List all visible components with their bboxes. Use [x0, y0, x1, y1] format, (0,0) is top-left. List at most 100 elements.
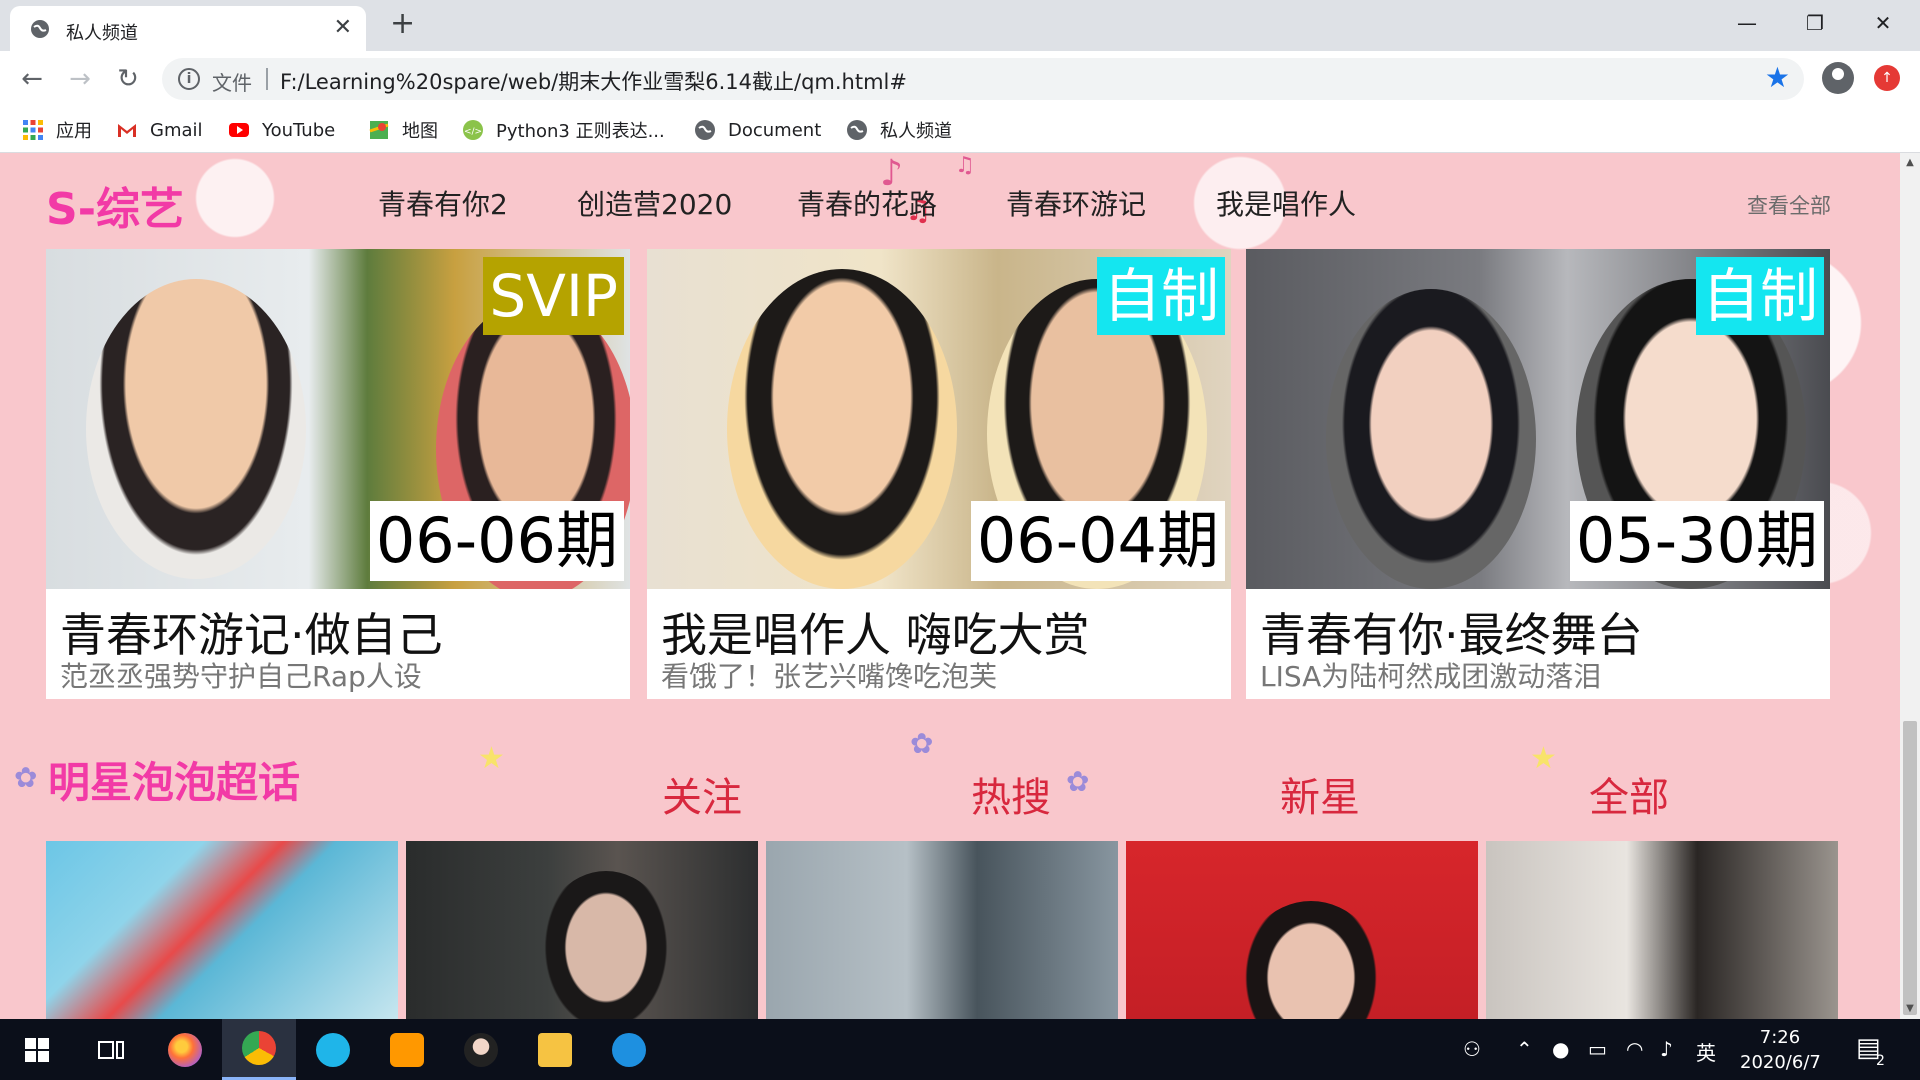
- star-decoration-icon: ★: [478, 741, 505, 776]
- show-thumbnail: 自制 05-30期: [1246, 249, 1830, 589]
- bookmark-label: 私人频道: [880, 121, 952, 142]
- bookmark-gmail[interactable]: Gmail: [116, 117, 203, 143]
- stars-section-title: 明星泡泡超话: [48, 758, 301, 807]
- extension-icon[interactable]: ↑: [1874, 65, 1900, 91]
- new-tab-button[interactable]: +: [390, 8, 415, 40]
- start-button[interactable]: [0, 1019, 74, 1080]
- restore-button[interactable]: ❐: [1790, 6, 1840, 40]
- profile-avatar-icon[interactable]: [1822, 62, 1854, 94]
- star-tile[interactable]: [46, 841, 398, 1019]
- volume-icon[interactable]: ♪: [1660, 1037, 1673, 1061]
- bookmark-label: Gmail: [150, 119, 203, 141]
- file-explorer-taskbar-button[interactable]: [518, 1019, 592, 1080]
- show-card[interactable]: 自制 06-04期 我是唱作人 嗨吃大赏 看饿了！张艺兴嘴馋吃泡芙: [647, 249, 1231, 699]
- star-tile[interactable]: [1486, 841, 1838, 1019]
- bookmark-document[interactable]: Document: [694, 117, 821, 143]
- forward-button[interactable]: →: [64, 63, 96, 95]
- browser-tab[interactable]: 私人频道 ✕: [10, 6, 366, 51]
- svip-badge: SVIP: [483, 257, 624, 335]
- variety-nav-link[interactable]: 创造营2020: [577, 183, 732, 223]
- close-window-button[interactable]: ✕: [1858, 6, 1908, 40]
- star-tile[interactable]: [766, 841, 1118, 1019]
- music-note-icon: ♫: [955, 153, 975, 178]
- bookmark-private-channel[interactable]: 私人频道: [846, 117, 952, 143]
- edge-legacy-taskbar-button[interactable]: [296, 1019, 370, 1080]
- chrome-taskbar-button[interactable]: [222, 1019, 296, 1080]
- windows-taskbar: ⚇ ⌃ ● ▭ ◠ ♪ 英 7:26 2020/6/7 ▤ 2: [0, 1019, 1920, 1080]
- sublime-taskbar-button[interactable]: [370, 1019, 444, 1080]
- chevron-up-icon[interactable]: ⌃: [1516, 1037, 1533, 1061]
- firefox-taskbar-button[interactable]: [148, 1019, 222, 1080]
- youtube-icon: [229, 123, 249, 137]
- clock-date: 2020/6/7: [1740, 1052, 1821, 1073]
- bookmark-label: Python3 正则表达...: [496, 121, 665, 142]
- photo-app-taskbar-button[interactable]: [444, 1019, 518, 1080]
- star-tab-follow[interactable]: 关注: [662, 765, 742, 823]
- star-tile[interactable]: [406, 841, 758, 1019]
- bookmark-python[interactable]: </> Python3 正则表达...: [462, 117, 665, 143]
- task-view-button[interactable]: [74, 1019, 148, 1080]
- variety-nav-link[interactable]: 青春的花路: [797, 183, 937, 223]
- tab-title: 私人频道: [66, 23, 138, 44]
- person-image: [1236, 901, 1386, 1019]
- firefox-icon: [168, 1032, 202, 1067]
- browser-toolbar: ← → ↻ i 文件 F:/Learning%20spare/web/期末大作业…: [0, 51, 1920, 107]
- browser-e-icon: [316, 1032, 350, 1067]
- info-icon[interactable]: i: [178, 68, 200, 90]
- star-tab-new[interactable]: 新星: [1280, 765, 1360, 823]
- person-image: [536, 871, 676, 1019]
- file-label: 文件: [212, 71, 252, 95]
- maps-icon: [369, 121, 389, 139]
- see-all-link[interactable]: 查看全部: [1747, 190, 1831, 220]
- star-tab-all[interactable]: 全部: [1589, 765, 1669, 823]
- star-tile[interactable]: [1126, 841, 1478, 1019]
- star-tab-hot[interactable]: 热搜: [971, 765, 1051, 823]
- scroll-up-arrow-icon[interactable]: ▲: [1900, 153, 1920, 173]
- show-thumbnail: SVIP 06-06期: [46, 249, 630, 589]
- windows-logo-icon: [25, 1037, 49, 1062]
- system-clock[interactable]: 7:26 2020/6/7: [1740, 1025, 1821, 1075]
- bookmark-youtube[interactable]: YouTube: [228, 117, 335, 143]
- svg-text:</>: </>: [464, 127, 482, 137]
- ie-taskbar-button[interactable]: [592, 1019, 666, 1080]
- show-subtitle: LISA为陆柯然成团激动落泪: [1260, 660, 1602, 693]
- variety-nav-link[interactable]: 我是唱作人: [1216, 183, 1356, 223]
- apps-grid-icon: [23, 120, 43, 140]
- bookmark-star-icon[interactable]: ★: [1765, 62, 1790, 94]
- globe-icon: [31, 20, 49, 38]
- scrollbar-thumb[interactable]: [1903, 721, 1917, 1015]
- reload-button[interactable]: ↻: [112, 63, 144, 95]
- page-content: ♪ ♫ ♫ S-综艺 青春有你2 创造营2020 青春的花路 青春环游记 我是唱…: [0, 153, 1900, 1019]
- minimize-button[interactable]: —: [1722, 6, 1772, 40]
- show-card[interactable]: 自制 05-30期 青春有你·最终舞台 LISA为陆柯然成团激动落泪: [1246, 249, 1830, 699]
- back-button[interactable]: ←: [16, 63, 48, 95]
- variety-nav-link[interactable]: 青春有你2: [378, 183, 508, 223]
- variety-nav-link[interactable]: 青春环游记: [1006, 183, 1146, 223]
- person-image: [1326, 289, 1536, 589]
- wifi-icon[interactable]: ◠: [1626, 1037, 1643, 1061]
- close-tab-icon[interactable]: ✕: [334, 16, 352, 40]
- clock-time: 7:26: [1759, 1027, 1801, 1048]
- url-text[interactable]: F:/Learning%20spare/web/期末大作业雪梨6.14截止/qm…: [280, 66, 907, 96]
- separator: [266, 68, 268, 90]
- show-subtitle: 看饿了！张艺兴嘴馋吃泡芙: [661, 660, 998, 693]
- show-card[interactable]: SVIP 06-06期 青春环游记·做自己 范丞丞强势守护自己Rap人设: [46, 249, 630, 699]
- ime-indicator[interactable]: 英: [1696, 1037, 1716, 1066]
- globe-icon: [847, 120, 867, 140]
- bookmark-maps[interactable]: 地图: [368, 117, 438, 143]
- page-scrollbar[interactable]: ▲ ▼: [1900, 153, 1920, 1019]
- qq-icon[interactable]: ●: [1552, 1037, 1569, 1061]
- bookmark-apps[interactable]: 应用: [22, 117, 92, 143]
- original-badge: 自制: [1695, 257, 1824, 335]
- battery-icon[interactable]: ▭: [1588, 1037, 1607, 1061]
- variety-section-title: S-综艺: [46, 184, 184, 235]
- address-bar[interactable]: i 文件 F:/Learning%20spare/web/期末大作业雪梨6.14…: [162, 58, 1804, 100]
- scroll-down-arrow-icon[interactable]: ▼: [1900, 999, 1920, 1019]
- original-badge: 自制: [1096, 257, 1225, 335]
- chrome-icon: [242, 1031, 276, 1065]
- people-icon[interactable]: ⚇: [1463, 1037, 1481, 1061]
- show-subtitle: 范丞丞强势守护自己Rap人设: [60, 660, 422, 693]
- sublime-text-icon: [390, 1032, 424, 1067]
- avatar-icon: [464, 1032, 498, 1067]
- internet-explorer-icon: [612, 1032, 646, 1067]
